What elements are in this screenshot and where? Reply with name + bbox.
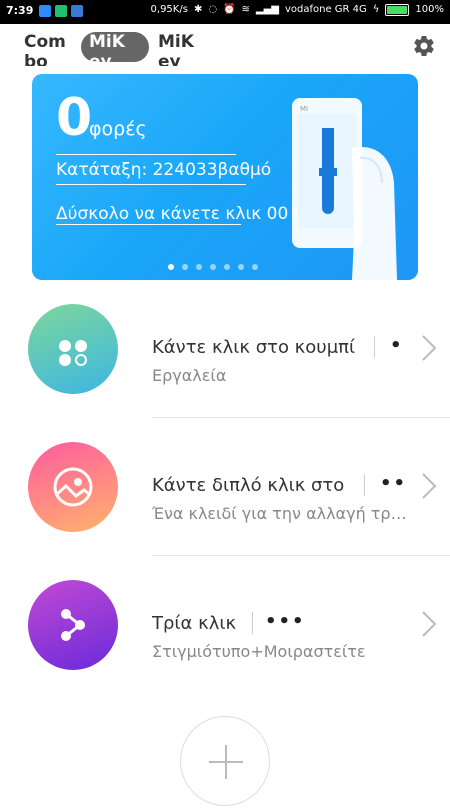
list-item-double-click[interactable]: Κάντε διπλό κλικ στο •• Ένα κλειδί για τ…: [0, 438, 450, 576]
network-speed: 0,95K/s: [150, 4, 188, 15]
pager-dot: [182, 264, 188, 270]
pager-dot: [224, 264, 230, 270]
pager-dot: [210, 264, 216, 270]
item-subtitle: Ένα κλειδί για την αλλαγή τρόπου: [152, 504, 414, 523]
chevron-right-icon: [422, 335, 437, 361]
vibrate-icon: ◌: [208, 4, 218, 15]
carrier-label: vodafone GR 4G: [284, 4, 367, 15]
press-indicator: •••: [265, 611, 306, 632]
list-item-triple-click[interactable]: Τρία κλικ ••• Στιγμιότυπο+Μοιραστείτε: [0, 576, 450, 714]
chevron-right-icon: [422, 473, 437, 499]
pager-dot: [168, 264, 174, 270]
plus-icon: [209, 745, 243, 779]
top-tabs: Com bo MiK ey MiK ey: [0, 24, 450, 68]
separator: [364, 474, 365, 496]
status-time: 7:39: [6, 4, 34, 17]
phone-illustration: MI: [292, 98, 397, 280]
share-icon: [28, 580, 118, 670]
pager-dot: [196, 264, 202, 270]
pager-dot: [238, 264, 244, 270]
battery-percent: 100%: [415, 4, 444, 15]
item-title: Κάντε κλικ στο κουμπί: [152, 337, 356, 358]
notification-app-icon: [71, 4, 84, 17]
add-button[interactable]: [180, 716, 270, 806]
press-count-suffix: φορές: [89, 118, 147, 140]
item-subtitle: Στιγμιότυπο+Μοιραστείτε: [152, 642, 366, 661]
signal-icon: ▂▄▆: [255, 4, 279, 15]
stats-banner[interactable]: 0 φορές Κατάταξη: 224033βαθμό Δύσκολο να…: [32, 74, 418, 280]
banner-pager: [168, 264, 258, 270]
bluetooth-icon: ✱: [193, 4, 203, 15]
wifi-icon: ≋: [241, 4, 250, 15]
tab-mikey-active[interactable]: MiK ey: [81, 32, 149, 62]
gear-icon[interactable]: [412, 34, 436, 58]
rank-text: Κατάταξη: 224033βαθμό: [56, 160, 272, 180]
divider: [56, 184, 246, 185]
pager-dot: [252, 264, 258, 270]
status-left: 7:39: [6, 4, 84, 17]
status-right: 0,95K/s ✱ ◌ ⏰ ≋ ▂▄▆ vodafone GR 4G ϟ 100…: [151, 4, 444, 16]
notification-app-icon: [55, 4, 68, 17]
divider: [56, 224, 241, 225]
separator: [374, 336, 375, 358]
item-title: Κάντε διπλό κλικ στο: [152, 475, 345, 496]
notification-app-icon: [39, 4, 52, 17]
apps-icon: [28, 304, 118, 394]
divider: [56, 154, 236, 155]
tab-combo[interactable]: Com bo: [24, 32, 76, 66]
status-bar: 7:39 0,95K/s ✱ ◌ ⏰ ≋ ▂▄▆ vodafone GR 4G …: [0, 0, 450, 24]
list-item-single-click[interactable]: Κάντε κλικ στο κουμπί • Εργαλεία: [0, 300, 450, 438]
press-count: 0: [56, 88, 93, 148]
charging-icon: ϟ: [372, 4, 380, 15]
gallery-icon: [28, 442, 118, 532]
item-subtitle: Εργαλεία: [152, 366, 227, 385]
divider: [152, 555, 450, 556]
chevron-right-icon: [422, 611, 437, 637]
alarm-icon: ⏰: [223, 4, 236, 15]
separator: [252, 612, 253, 634]
tab-mikey[interactable]: MiK ey: [158, 32, 210, 66]
press-indicator: ••: [380, 473, 408, 494]
item-title: Τρία κλικ: [152, 613, 237, 634]
press-indicator: •: [390, 335, 404, 356]
svg-text:MI: MI: [300, 105, 308, 113]
battery-icon: [385, 4, 410, 16]
divider: [152, 417, 450, 418]
